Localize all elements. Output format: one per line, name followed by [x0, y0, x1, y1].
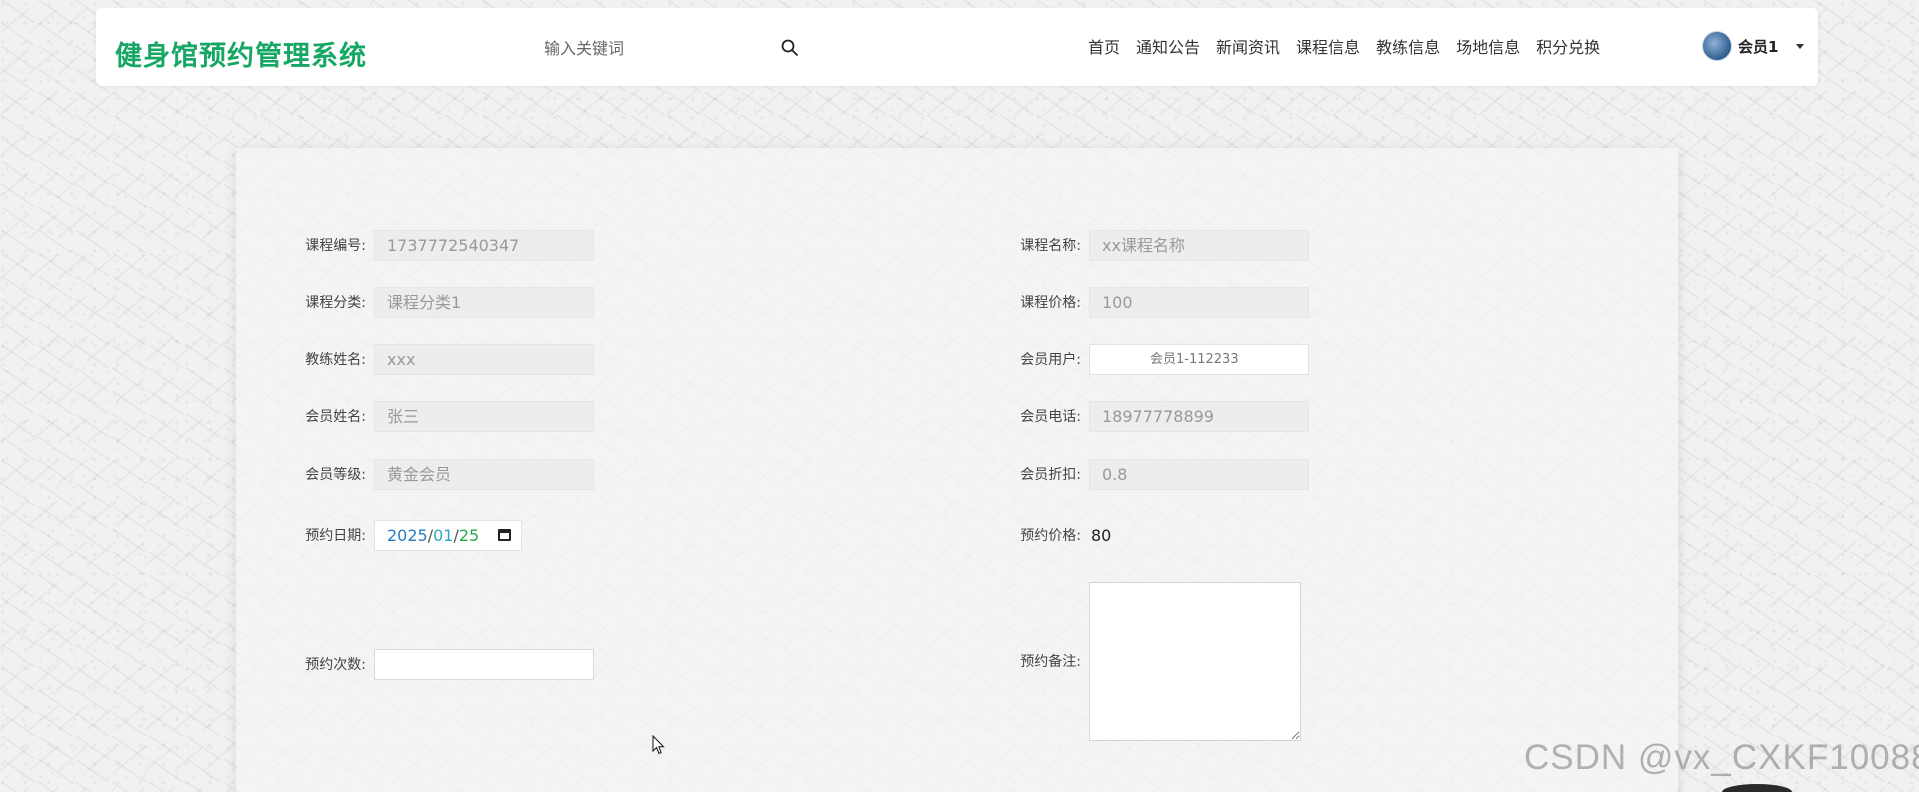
top-header: 健身馆预约管理系统 首页 通知公告 新闻资讯 课程信息 教练信息 场地信息 积分… [96, 8, 1818, 86]
nav-item-courses[interactable]: 课程信息 [1296, 35, 1360, 61]
user-menu[interactable]: 会员1 [1702, 31, 1805, 61]
field-coach-name: 教练姓名 xxx [296, 343, 594, 375]
avatar[interactable] [1702, 31, 1732, 61]
booking-count-input[interactable] [374, 648, 594, 680]
field-booking-count: 预约次数 [296, 648, 594, 680]
field-label: 课程分类 [296, 292, 366, 312]
field-course-price: 课程价格 100 [1011, 286, 1309, 318]
course-price-input: 100 [1089, 286, 1309, 318]
course-no-input: 1737772540347 [374, 229, 594, 261]
field-course-no: 课程编号 1737772540347 [296, 229, 594, 261]
field-booking-date: 预约日期 2025/01/25 [296, 519, 522, 551]
field-member-name: 会员姓名 张三 [296, 400, 594, 432]
booking-note-textarea[interactable] [1089, 581, 1301, 741]
field-label: 会员姓名 [296, 406, 366, 426]
watermark: CSDN @vx_CXKF10088 [1524, 738, 1919, 777]
field-member-discount: 会员折扣 0.8 [1011, 458, 1309, 490]
field-booking-note: 预约备注 [1011, 581, 1301, 741]
field-label: 会员电话 [1011, 406, 1081, 426]
calendar-icon[interactable] [498, 528, 511, 541]
field-label: 预约备注 [1011, 651, 1081, 671]
date-day[interactable]: 25 [459, 526, 479, 545]
date-month[interactable]: 01 [433, 526, 453, 545]
field-label: 课程价格 [1011, 292, 1081, 312]
search-icon[interactable] [780, 38, 800, 58]
field-label: 课程名称 [1011, 235, 1081, 255]
nav-item-home[interactable]: 首页 [1088, 35, 1120, 61]
nav-item-coaches[interactable]: 教练信息 [1376, 35, 1440, 61]
chevron-down-icon[interactable] [1796, 43, 1805, 49]
booking-form-panel: 课程编号 1737772540347 课程名称 xx课程名称 课程分类 课程分类… [236, 148, 1678, 792]
field-label: 会员用户 [1011, 349, 1081, 369]
nav-item-points-exchange[interactable]: 积分兑换 [1536, 35, 1600, 61]
field-booking-price: 预约价格 80 [1011, 519, 1111, 551]
member-user-select[interactable]: 会员1-112233 [1089, 343, 1309, 375]
field-label: 预约价格 [1011, 525, 1081, 545]
field-member-phone: 会员电话 18977778899 [1011, 400, 1309, 432]
mouse-cursor-icon [652, 734, 666, 755]
search-input[interactable] [536, 33, 774, 63]
booking-date-input[interactable]: 2025/01/25 [374, 519, 522, 551]
nav-item-news[interactable]: 新闻资讯 [1216, 35, 1280, 61]
field-label: 教练姓名 [296, 349, 366, 369]
field-label: 会员折扣 [1011, 464, 1081, 484]
field-member-level: 会员等级 黄金会员 [296, 458, 594, 490]
field-label: 会员等级 [296, 464, 366, 484]
field-member-user: 会员用户 会员1-112233 [1011, 343, 1309, 375]
search-box [536, 33, 806, 63]
course-category-input: 课程分类1 [374, 286, 594, 318]
user-name[interactable]: 会员1 [1738, 36, 1778, 57]
main-nav: 首页 通知公告 新闻资讯 课程信息 教练信息 场地信息 积分兑换 [1088, 35, 1616, 61]
site-brand[interactable]: 健身馆预约管理系统 [115, 34, 367, 73]
field-course-category: 课程分类 课程分类1 [296, 286, 594, 318]
coach-name-input: xxx [374, 343, 594, 375]
field-course-name: 课程名称 xx课程名称 [1011, 229, 1309, 261]
field-label: 预约日期 [296, 525, 366, 545]
date-year[interactable]: 2025 [387, 526, 428, 545]
course-name-input: xx课程名称 [1089, 229, 1309, 261]
member-name-input: 张三 [374, 400, 594, 432]
booking-price-value: 80 [1091, 525, 1112, 545]
member-level-input: 黄金会员 [374, 458, 594, 490]
member-discount-input: 0.8 [1089, 458, 1309, 490]
nav-item-venues[interactable]: 场地信息 [1456, 35, 1520, 61]
taskbar-edge [1722, 784, 1792, 792]
field-label: 预约次数 [296, 654, 366, 674]
nav-item-notices[interactable]: 通知公告 [1136, 35, 1200, 61]
field-label: 课程编号 [296, 235, 366, 255]
member-phone-input: 18977778899 [1089, 400, 1309, 432]
